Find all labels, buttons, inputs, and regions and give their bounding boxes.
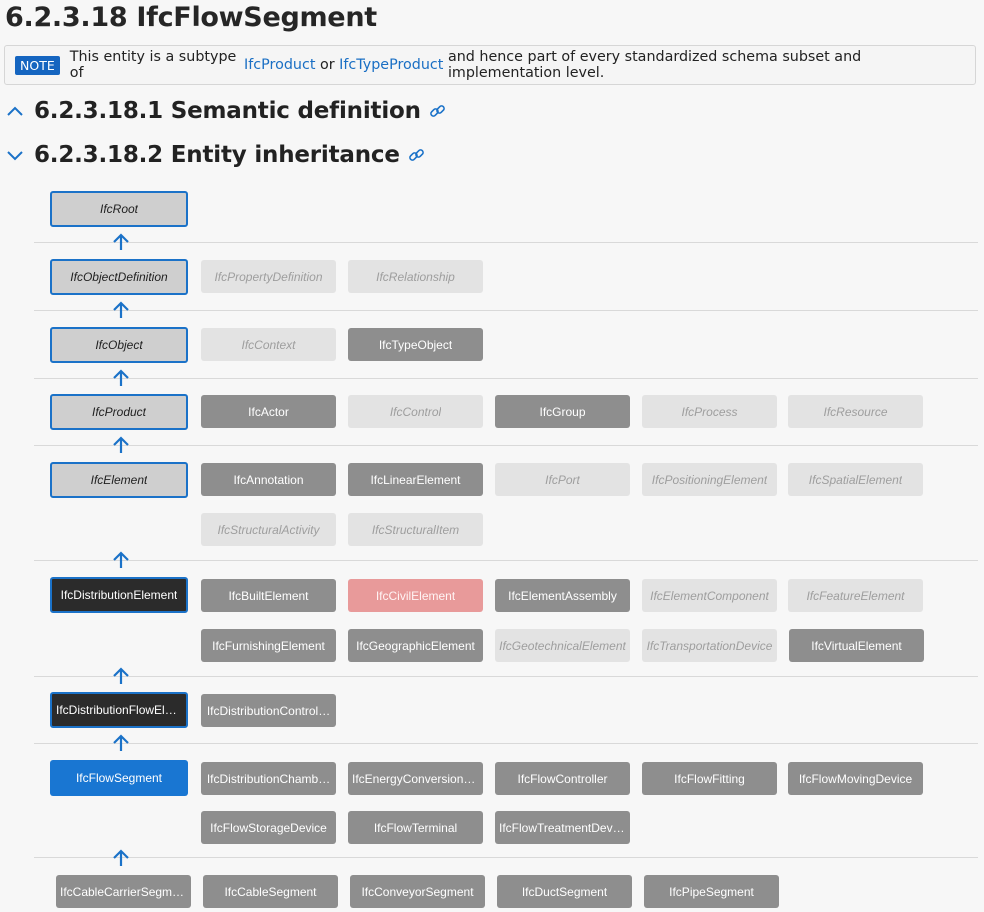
entity-ifcfeatureelement[interactable]: IfcFeatureElement — [788, 579, 923, 612]
section-inheritance-title: 6.2.3.18.2 Entity inheritance — [34, 142, 400, 168]
entity-ifcelementcomponent[interactable]: IfcElementComponent — [642, 579, 777, 612]
link-icon[interactable] — [408, 147, 425, 164]
arrow-up-icon — [113, 551, 129, 568]
entity-ifcflowfitting[interactable]: IfcFlowFitting — [642, 762, 777, 795]
entity-ifcgeotechnicalelement[interactable]: IfcGeotechnicalElement — [495, 629, 630, 662]
entity-ifcflowsegment-current[interactable]: IfcFlowSegment — [50, 760, 188, 796]
note-box: NOTE This entity is a subtype of IfcProd… — [4, 45, 976, 85]
row-separator — [34, 242, 978, 243]
entity-ifcflowstoragedevice[interactable]: IfcFlowStorageDevice — [201, 811, 336, 844]
entity-ifctypeobject[interactable]: IfcTypeObject — [348, 328, 483, 361]
entity-ifcelement[interactable]: IfcElement — [50, 462, 188, 498]
arrow-up-icon — [113, 436, 129, 453]
row-separator — [34, 743, 978, 744]
entity-ifcvirtualelement[interactable]: IfcVirtualElement — [789, 629, 924, 662]
entity-ifclinearelement[interactable]: IfcLinearElement — [348, 463, 483, 496]
arrow-up-icon — [113, 233, 129, 250]
entity-ifcbuiltelement[interactable]: IfcBuiltElement — [201, 579, 336, 612]
section-semantic-title: 6.2.3.18.1 Semantic definition — [34, 98, 421, 124]
note-text-after: and hence part of every standardized sch… — [447, 49, 862, 81]
link-icon[interactable] — [429, 103, 446, 120]
chevron-down-icon[interactable] — [6, 148, 24, 162]
entity-ifccablesegment[interactable]: IfcCableSegment — [203, 875, 338, 908]
row-separator — [34, 560, 978, 561]
entity-ifccontext[interactable]: IfcContext — [201, 328, 336, 361]
entity-ifcpipesegment[interactable]: IfcPipeSegment — [644, 875, 779, 908]
entity-ifcannotation[interactable]: IfcAnnotation — [201, 463, 336, 496]
entity-ifcgroup[interactable]: IfcGroup — [495, 395, 630, 428]
entity-ifcflowmovingdevice[interactable]: IfcFlowMovingDevice — [788, 762, 923, 795]
entity-ifcport[interactable]: IfcPort — [495, 463, 630, 496]
entity-ifcobjectdefinition[interactable]: IfcObjectDefinition — [50, 259, 188, 295]
section-entity-inheritance[interactable]: 6.2.3.18.2 Entity inheritance — [6, 142, 425, 168]
entity-ifcflowcontroller[interactable]: IfcFlowController — [495, 762, 630, 795]
arrow-up-icon — [113, 301, 129, 318]
entity-ifccontrol[interactable]: IfcControl — [348, 395, 483, 428]
entity-ifcprocess[interactable]: IfcProcess — [642, 395, 777, 428]
arrow-up-icon — [113, 369, 129, 386]
entity-ifccablecarriersegment[interactable]: IfcCableCarrierSegment — [56, 875, 191, 908]
ifcproduct-link[interactable]: IfcProduct — [244, 57, 315, 73]
entity-ifcenergyconversiondevice[interactable]: IfcEnergyConversionD… — [348, 762, 483, 795]
entity-ifcconveyorsegment[interactable]: IfcConveyorSegment — [350, 875, 485, 908]
entity-ifcproduct[interactable]: IfcProduct — [50, 394, 188, 430]
chevron-up-icon[interactable] — [6, 104, 24, 118]
note-text-mid: or — [319, 57, 335, 73]
entity-ifcgeographicelement[interactable]: IfcGeographicElement — [348, 629, 483, 662]
entity-ifcdistributionelement[interactable]: IfcDistributionElement — [50, 577, 188, 613]
entity-ifcdistributionchamberelement[interactable]: IfcDistributionChamb… — [201, 762, 336, 795]
page-title: 6.2.3.18 IfcFlowSegment — [5, 2, 377, 33]
entity-ifcpositioningelement[interactable]: IfcPositioningElement — [642, 463, 777, 496]
entity-ifcflowterminal[interactable]: IfcFlowTerminal — [348, 811, 483, 844]
entity-ifcactor[interactable]: IfcActor — [201, 395, 336, 428]
row-separator — [34, 857, 978, 858]
row-separator — [34, 676, 978, 677]
row-separator — [34, 310, 978, 311]
entity-ifccivilelement[interactable]: IfcCivilElement — [348, 579, 483, 612]
arrow-up-icon — [113, 849, 129, 866]
entity-ifcobject[interactable]: IfcObject — [50, 327, 188, 363]
ifctypeproduct-link[interactable]: IfcTypeProduct — [339, 57, 443, 73]
entity-ifcpropertydefinition[interactable]: IfcPropertyDefinition — [201, 260, 336, 293]
entity-ifcdistributionflowelement[interactable]: IfcDistributionFlowEle… — [50, 692, 188, 728]
arrow-up-icon — [113, 667, 129, 684]
row-separator — [34, 445, 978, 446]
note-badge: NOTE — [15, 55, 60, 75]
entity-ifcroot[interactable]: IfcRoot — [50, 191, 188, 227]
arrow-up-icon — [113, 734, 129, 751]
entity-ifcductsegment[interactable]: IfcDuctSegment — [497, 875, 632, 908]
entity-ifcresource[interactable]: IfcResource — [788, 395, 923, 428]
entity-ifcspatialelement[interactable]: IfcSpatialElement — [788, 463, 923, 496]
entity-ifctransportationdevice[interactable]: IfcTransportationDevice — [642, 629, 777, 662]
entity-ifcdistributioncontrolelement[interactable]: IfcDistributionControl… — [201, 694, 336, 727]
row-separator — [34, 378, 978, 379]
entity-ifcstructuralitem[interactable]: IfcStructuralItem — [348, 513, 483, 546]
section-semantic-definition[interactable]: 6.2.3.18.1 Semantic definition — [6, 98, 446, 124]
entity-ifcfurnishingelement[interactable]: IfcFurnishingElement — [201, 629, 336, 662]
entity-ifcrelationship[interactable]: IfcRelationship — [348, 260, 483, 293]
note-text-before: This entity is a subtype of — [69, 49, 237, 81]
entity-ifcflowtreatmentdevice[interactable]: IfcFlowTreatmentDevice — [495, 811, 630, 844]
entity-ifcstructuralactivity[interactable]: IfcStructuralActivity — [201, 513, 336, 546]
entity-ifcelementassembly[interactable]: IfcElementAssembly — [495, 579, 630, 612]
